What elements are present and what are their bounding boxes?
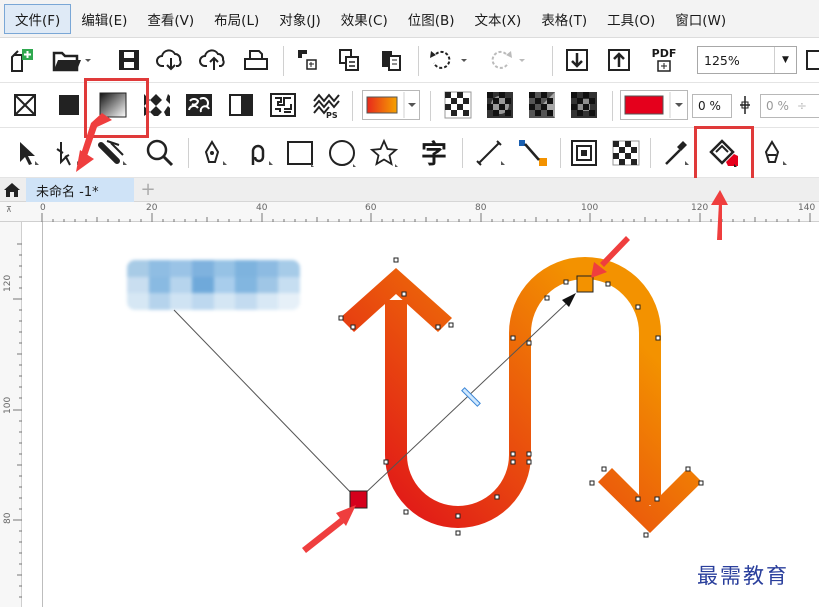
menu-bitmaps[interactable]: 位图(B) — [398, 4, 465, 34]
texture-fill-icon[interactable] — [266, 83, 300, 127]
no-fill-icon[interactable] — [10, 83, 40, 127]
pick-tool-icon[interactable] — [8, 128, 44, 177]
fountain-fill-highlight — [84, 78, 149, 138]
transparency-input[interactable]: 0 % ÷ — [760, 94, 819, 118]
fill-color-picker[interactable] — [362, 83, 420, 127]
rectangle-tool-icon[interactable] — [282, 128, 318, 177]
linear-fountain-icon[interactable] — [440, 83, 476, 127]
node-color-picker[interactable] — [620, 83, 688, 127]
pdf-label: PDF — [651, 47, 677, 60]
elliptical-fountain-icon[interactable] — [482, 83, 518, 127]
cloud-upload-icon[interactable] — [196, 38, 232, 82]
page-border — [42, 222, 43, 607]
contour-tool-icon[interactable] — [566, 128, 602, 177]
menu-text[interactable]: 文本(X) — [465, 4, 532, 34]
ruler-label: 100 — [581, 203, 599, 213]
watermark-text: 最需教育 — [697, 564, 789, 588]
ruler-label: 80 — [475, 203, 487, 213]
rectangular-fountain-icon[interactable] — [566, 83, 602, 127]
postscript-fill-icon[interactable]: PS — [308, 83, 344, 127]
zoom-value: 125% — [704, 52, 740, 68]
transparency-tool-icon[interactable] — [608, 128, 644, 177]
menu-view[interactable]: 查看(V) — [137, 4, 204, 34]
ellipse-tool-icon[interactable] — [324, 128, 360, 177]
menu-window[interactable]: 窗口(W) — [665, 4, 736, 34]
menu-effects[interactable]: 效果(C) — [331, 4, 398, 34]
ruler-label: 40 — [256, 203, 268, 213]
full-screen-icon[interactable] — [804, 38, 819, 82]
shape-tool-icon[interactable] — [50, 128, 86, 177]
midpoint-slider-icon[interactable] — [734, 83, 756, 127]
chevron-down-icon[interactable]: ▼ — [774, 47, 796, 73]
two-color-pattern-fill-icon[interactable] — [224, 83, 258, 127]
publish-pdf-button[interactable]: PDF — [644, 38, 684, 82]
node-transparency-input[interactable]: 0 % — [692, 94, 732, 118]
ruler-label: 20 — [146, 203, 158, 213]
menu-tools[interactable]: 工具(O) — [597, 4, 665, 34]
conical-fountain-icon[interactable] — [524, 83, 560, 127]
ruler-label: 140 — [798, 203, 816, 213]
standard-toolbar: PDF 125% ▼ — [0, 38, 819, 83]
spinner-icon[interactable]: ÷ — [797, 99, 807, 113]
ruler-label: 80 — [3, 512, 13, 524]
cloud-download-icon[interactable] — [153, 38, 189, 82]
horizontal-ruler[interactable]: 0 20 40 60 80 100 120 140 ⊼ — [0, 202, 819, 222]
menu-edit[interactable]: 编辑(E) — [71, 4, 137, 34]
menu-table[interactable]: 表格(T) — [531, 4, 597, 34]
vertical-ruler[interactable]: 120 100 80 — [0, 222, 22, 607]
ruler-label: 120 — [3, 274, 13, 292]
bitmap-pattern-fill-icon[interactable] — [182, 83, 216, 127]
menu-file[interactable]: 文件(F) — [4, 3, 72, 34]
redo-icon[interactable] — [484, 38, 528, 82]
ruler-label: 120 — [691, 203, 709, 213]
new-document-icon[interactable] — [8, 38, 38, 82]
ruler-origin-icon[interactable]: ⊼ — [6, 205, 12, 214]
zoom-level-select[interactable]: 125% ▼ — [697, 46, 797, 74]
export-file-icon[interactable] — [602, 38, 636, 82]
menu-object[interactable]: 对象(J) — [269, 4, 331, 34]
document-tab-title: 未命名 -1* — [36, 184, 99, 200]
export-icon[interactable] — [332, 38, 366, 82]
document-tab-bar: 未命名 -1* + — [0, 178, 819, 202]
pdf-icon — [657, 60, 671, 72]
print-icon[interactable] — [238, 38, 274, 82]
home-icon[interactable] — [3, 181, 21, 202]
add-tab-button[interactable]: + — [138, 180, 158, 200]
ruler-label: 60 — [365, 203, 377, 213]
save-icon[interactable] — [112, 38, 146, 82]
svg-text:PS: PS — [326, 111, 338, 119]
eyedropper-tool-icon[interactable] — [658, 128, 694, 177]
uniform-fill-icon[interactable] — [54, 83, 84, 127]
document-tab[interactable]: 未命名 -1* — [26, 178, 134, 202]
paste-icon[interactable] — [374, 38, 408, 82]
transparency-value: 0 % — [766, 99, 789, 113]
artistic-media-icon[interactable] — [238, 128, 278, 177]
smart-fill-tool-icon[interactable] — [756, 128, 792, 177]
import-file-icon[interactable] — [560, 38, 594, 82]
undo-icon[interactable] — [426, 38, 470, 82]
ruler-label: 0 — [40, 203, 46, 213]
open-folder-icon[interactable] — [50, 38, 94, 82]
polygon-tool-icon[interactable] — [366, 128, 402, 177]
text-tool-glyph: 字 — [420, 140, 447, 170]
ruler-label: 100 — [3, 396, 13, 414]
menu-bar: 文件(F) 编辑(E) 查看(V) 布局(L) 对象(J) 效果(C) 位图(B… — [0, 0, 819, 38]
freehand-tool-icon[interactable] — [196, 128, 232, 177]
menu-layout[interactable]: 布局(L) — [204, 4, 269, 34]
text-tool-icon[interactable]: 字 — [414, 128, 454, 177]
parallel-dimension-icon[interactable] — [470, 128, 510, 177]
node-transparency-value: 0 % — [698, 99, 721, 113]
import-icon[interactable] — [290, 38, 324, 82]
connector-tool-icon[interactable] — [514, 128, 554, 177]
blurred-label — [127, 260, 300, 310]
